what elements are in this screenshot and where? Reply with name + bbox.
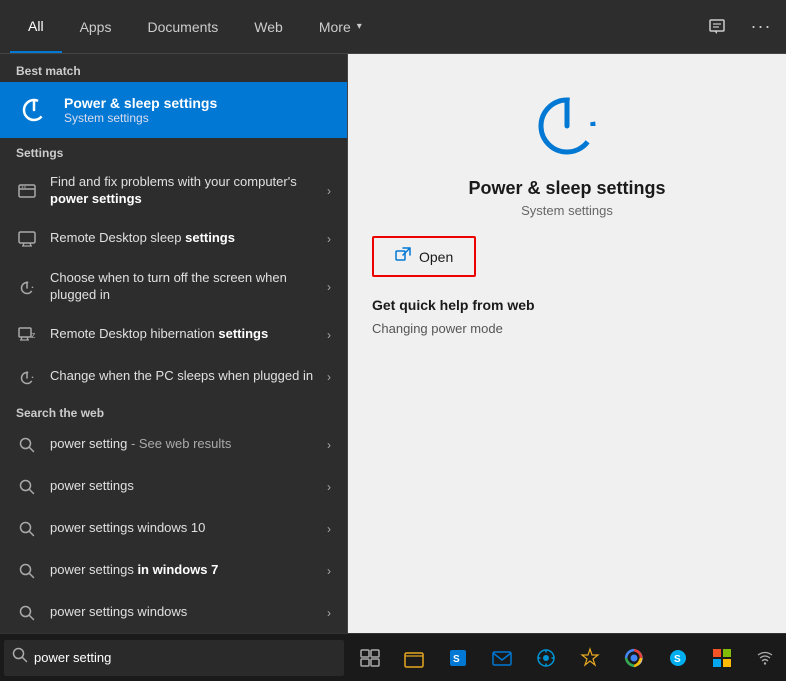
web-search-item[interactable]: power setting - See web results › — [0, 424, 347, 466]
chevron-right-icon: › — [327, 564, 331, 578]
settings-item-5-text: Change when the PC sleeps when plugged i… — [50, 368, 315, 385]
svg-text:z: z — [31, 330, 36, 340]
chevron-right-icon: › — [327, 480, 331, 494]
chevron-right-icon: › — [327, 438, 331, 452]
right-panel: Power & sleep settings System settings O… — [348, 54, 786, 633]
web-item-4-text: power settings in windows 7 — [50, 562, 315, 579]
web-search-item[interactable]: power settings windows › — [0, 592, 347, 633]
best-match-title: Power & sleep settings — [64, 95, 217, 111]
file-explorer-icon[interactable] — [394, 638, 434, 678]
feedback-icon[interactable] — [702, 12, 732, 42]
web-item-1-text: power setting - See web results — [50, 436, 315, 453]
chevron-right-icon: › — [327, 328, 331, 342]
web-search-label: Search the web — [0, 398, 347, 424]
taskbar-search-icon — [12, 647, 28, 668]
search-icon — [16, 560, 38, 582]
microsoft-store-icon[interactable]: S — [438, 638, 478, 678]
web-item-3-text: power settings windows 10 — [50, 520, 315, 537]
quick-help-title: Get quick help from web — [372, 297, 535, 313]
open-button[interactable]: Open — [377, 241, 471, 272]
web-search-item[interactable]: power settings windows 10 › — [0, 508, 347, 550]
system-tray: 12:00 PM 1/1/2021 — [746, 638, 786, 678]
taskbar-icons: S — [350, 638, 742, 678]
open-label: Open — [419, 249, 453, 265]
svg-text:S: S — [453, 654, 460, 665]
chevron-down-icon: ▾ — [357, 21, 362, 32]
mail-icon[interactable] — [482, 638, 522, 678]
chevron-right-icon: › — [327, 370, 331, 384]
tab-web[interactable]: Web — [236, 0, 301, 53]
tab-documents[interactable]: Documents — [129, 0, 236, 53]
chevron-right-icon: › — [327, 232, 331, 246]
left-panel: Best match Power & sleep settings System… — [0, 54, 348, 633]
nav-tabs: All Apps Documents Web More ▾ — [10, 0, 380, 53]
network-icon[interactable] — [746, 638, 785, 678]
sleep-icon — [16, 366, 38, 388]
app-title: Power & sleep settings — [468, 178, 665, 199]
skype-icon[interactable]: S — [658, 638, 698, 678]
taskbar-search-bar[interactable] — [4, 640, 344, 676]
search-icon — [16, 476, 38, 498]
chevron-right-icon: › — [327, 606, 331, 620]
tab-more[interactable]: More ▾ — [301, 0, 380, 53]
task-view-icon[interactable] — [350, 638, 390, 678]
chevron-right-icon: › — [327, 280, 331, 294]
taskbar-search-input[interactable] — [34, 650, 336, 665]
best-match-subtitle: System settings — [64, 111, 217, 125]
web-search-item[interactable]: power settings in windows 7 › — [0, 550, 347, 592]
snipping-tool-icon[interactable] — [570, 638, 610, 678]
svg-text:S: S — [674, 654, 681, 665]
settings-item-3-text: Choose when to turn off the screen when … — [50, 270, 315, 304]
search-icon — [16, 434, 38, 456]
tab-apps[interactable]: Apps — [62, 0, 130, 53]
main-container: Best match Power & sleep settings System… — [0, 54, 786, 633]
chrome-icon[interactable] — [614, 638, 654, 678]
chevron-right-icon: › — [327, 184, 331, 198]
search-icon — [16, 602, 38, 624]
settings-item-4-text: Remote Desktop hibernation settings — [50, 326, 315, 343]
list-item[interactable]: Change when the PC sleeps when plugged i… — [0, 356, 347, 398]
app-subtitle: System settings — [521, 203, 613, 218]
quick-help-item[interactable]: Changing power mode — [372, 321, 503, 336]
settings-section-label: Settings — [0, 138, 347, 164]
more-options-icon[interactable]: ··· — [746, 12, 776, 42]
power-icon — [16, 276, 38, 298]
search-icon — [16, 518, 38, 540]
taskbar: S — [0, 633, 786, 681]
photos-icon[interactable] — [526, 638, 566, 678]
nav-icon-group: ··· — [702, 12, 776, 42]
best-match-text: Power & sleep settings System settings — [64, 95, 217, 125]
tab-all[interactable]: All — [10, 0, 62, 53]
settings-item-1-text: Find and fix problems with your computer… — [50, 174, 315, 208]
web-search-item[interactable]: power settings › — [0, 466, 347, 508]
list-item[interactable]: z Remote Desktop hibernation settings › — [0, 314, 347, 356]
hibernation-icon: z — [16, 324, 38, 346]
list-item[interactable]: Choose when to turn off the screen when … — [0, 260, 347, 314]
external-link-icon — [395, 247, 411, 266]
chevron-right-icon: › — [327, 522, 331, 536]
top-navigation: All Apps Documents Web More ▾ ··· — [0, 0, 786, 54]
open-button-container: Open — [372, 236, 476, 277]
best-match-label: Best match — [0, 54, 347, 82]
wrench-icon — [16, 180, 38, 202]
best-match-item[interactable]: Power & sleep settings System settings — [0, 82, 347, 138]
list-item[interactable]: Remote Desktop sleep settings › — [0, 218, 347, 260]
remote-desktop-icon — [16, 228, 38, 250]
power-settings-icon — [16, 92, 52, 128]
list-item[interactable]: Find and fix problems with your computer… — [0, 164, 347, 218]
windows-app-icon[interactable] — [702, 638, 742, 678]
web-item-5-text: power settings windows — [50, 604, 315, 621]
web-item-2-text: power settings — [50, 478, 315, 495]
app-icon-large — [527, 84, 607, 164]
settings-item-2-text: Remote Desktop sleep settings — [50, 230, 315, 247]
